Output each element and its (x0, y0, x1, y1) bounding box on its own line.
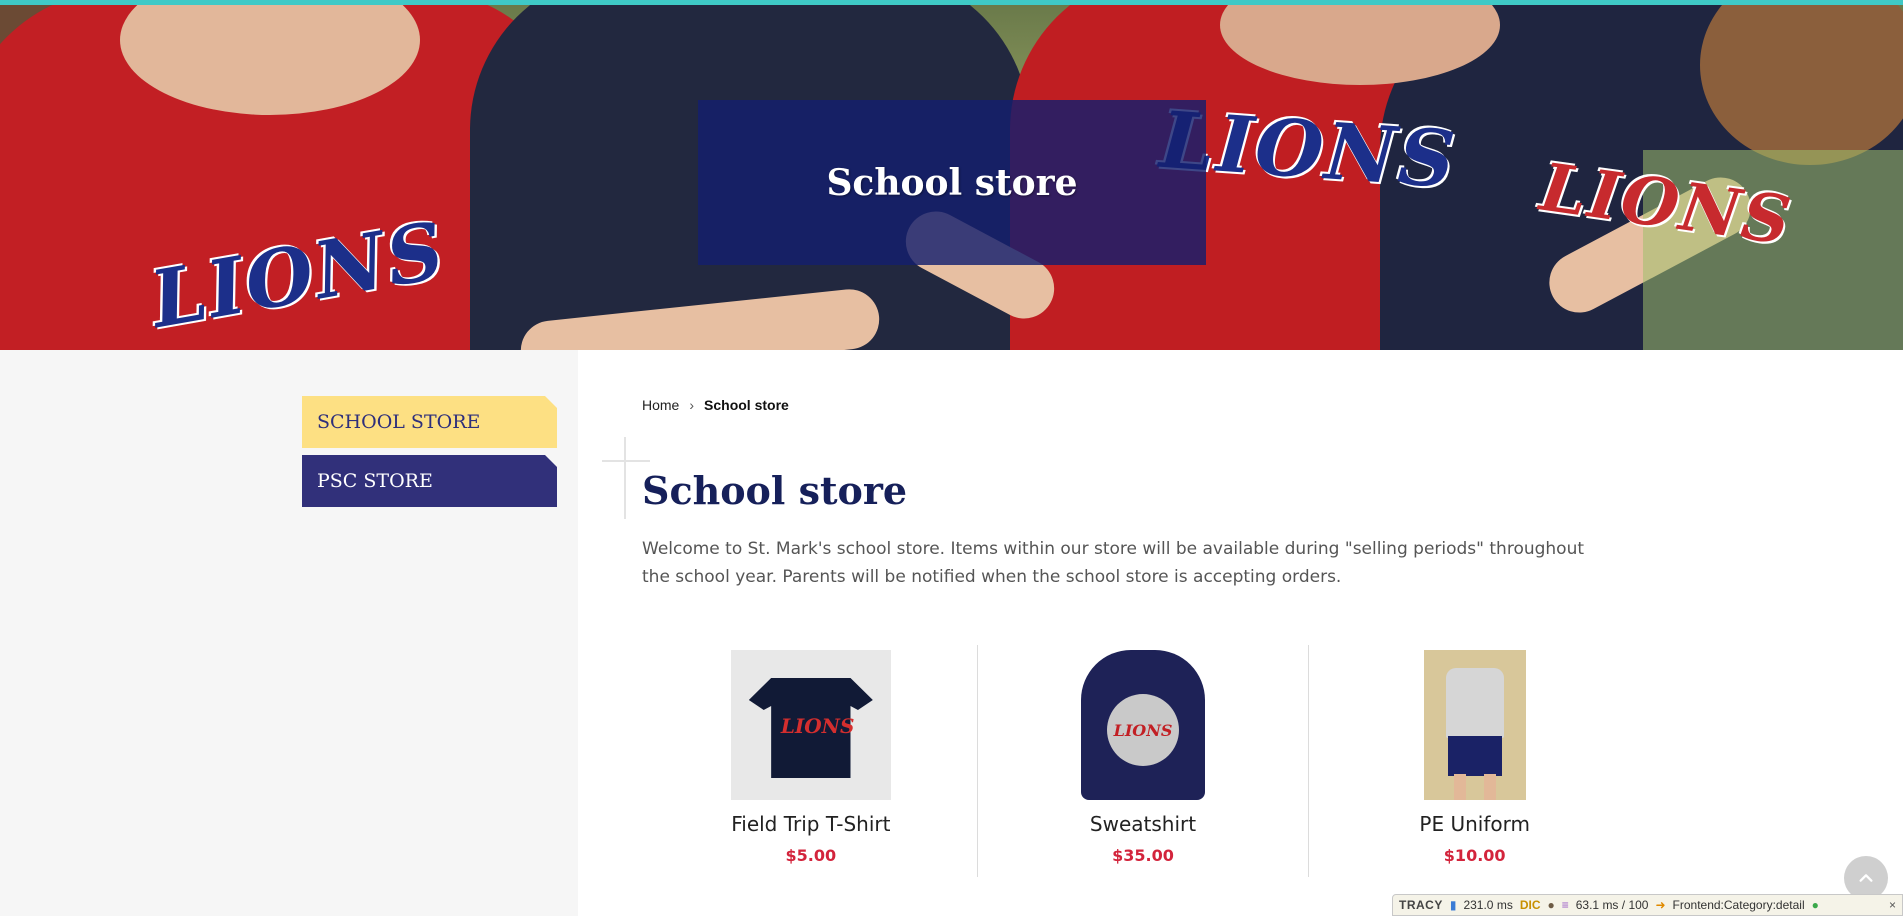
tracy-dic[interactable]: DIC (1520, 898, 1541, 912)
user-icon[interactable]: ● (1812, 898, 1819, 912)
product-emblem: LIONS (780, 714, 855, 738)
session-icon[interactable]: ● (1547, 898, 1554, 912)
sidebar-item-psc-store[interactable]: PSC STORE (302, 455, 557, 507)
tracy-time[interactable]: 231.0 ms (1463, 898, 1512, 912)
tracy-logo[interactable]: TRACY (1399, 898, 1443, 912)
uniform-shirt-shape (1445, 668, 1504, 738)
breadcrumb-current: School store (704, 397, 789, 413)
intro-text: Welcome to St. Mark's school store. Item… (642, 539, 1585, 587)
product-grid: LIONS Field Trip T-Shirt $5.00 LIONS Swe… (645, 645, 1640, 877)
page-title: School store (642, 468, 908, 513)
product-image-sweatshirt[interactable]: LIONS (1073, 650, 1213, 800)
close-icon[interactable]: × (1889, 898, 1896, 912)
decorative-cross-line (602, 460, 650, 462)
hero-title-box: School store (698, 100, 1206, 265)
database-icon: ≡ (1561, 898, 1569, 912)
product-card[interactable]: PE Uniform $10.00 (1308, 645, 1640, 877)
hero-title: School store (826, 161, 1078, 204)
breadcrumb: Home › School store (642, 397, 789, 413)
chevron-right-icon: › (689, 397, 695, 413)
top-accent-bar (0, 0, 1903, 5)
uniform-leg-shape (1483, 774, 1496, 800)
product-image-tshirt[interactable]: LIONS (730, 650, 891, 800)
product-price: $10.00 (1443, 846, 1506, 865)
uniform-leg-shape (1453, 774, 1466, 800)
tracy-debug-bar[interactable]: TRACY ▮ 231.0 ms DIC ● ≡ 63.1 ms / 100 ➜… (1392, 894, 1903, 916)
product-name[interactable]: PE Uniform (1309, 812, 1640, 836)
product-name[interactable]: Field Trip T-Shirt (645, 812, 977, 836)
product-price: $5.00 (785, 846, 837, 865)
sidebar-item-school-store[interactable]: SCHOOL STORE (302, 396, 557, 448)
uniform-shorts-shape (1447, 736, 1502, 776)
arrow-right-icon: ➜ (1655, 898, 1666, 912)
product-image-pe-uniform[interactable] (1423, 650, 1526, 800)
tracy-route[interactable]: Frontend:Category:detail (1673, 898, 1805, 912)
product-name[interactable]: Sweatshirt (978, 812, 1309, 836)
product-price: $35.00 (1112, 846, 1174, 865)
bar-chart-icon: ▮ (1449, 898, 1457, 912)
breadcrumb-home-link[interactable]: Home (642, 397, 679, 413)
product-card[interactable]: LIONS Sweatshirt $35.00 (976, 645, 1309, 877)
chevron-up-icon (1859, 874, 1873, 882)
product-emblem: LIONS (1107, 694, 1179, 766)
tracy-db-time[interactable]: 63.1 ms / 100 (1576, 898, 1649, 912)
product-card[interactable]: LIONS Field Trip T-Shirt $5.00 (645, 645, 977, 877)
decorative-cross-line (624, 437, 626, 519)
hero-banner: LIONS LIONS LIONS School store (0, 5, 1903, 350)
